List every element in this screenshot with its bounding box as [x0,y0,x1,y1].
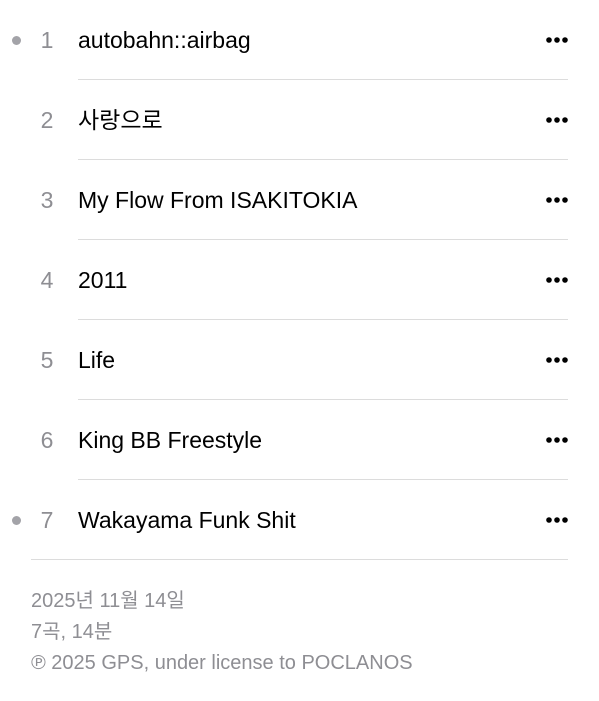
album-info: 2025년 11월 14일 7곡, 14분 ℗ 2025 GPS, under … [31,586,413,679]
ellipsis-icon [546,437,568,443]
more-options-button[interactable] [537,188,577,212]
more-options-button[interactable] [537,108,577,132]
ellipsis-icon [546,517,568,523]
track-number: 2 [40,107,54,133]
ellipsis-icon [546,357,568,363]
track-title: My Flow From ISAKITOKIA [78,187,358,213]
divider [31,559,568,560]
more-options-button[interactable] [537,348,577,372]
track-number: 7 [40,507,54,533]
ellipsis-icon [546,37,568,43]
track-summary: 7곡, 14분 [31,621,113,643]
track-title: autobahn::airbag [78,27,251,53]
track-row-2[interactable]: 2 사랑으로 [0,80,599,160]
track-list: 1 autobahn::airbag 2 사랑으로 3 My Flow From… [0,0,599,560]
more-options-button[interactable] [537,268,577,292]
track-row-7[interactable]: 7 Wakayama Funk Shit [0,480,599,560]
more-options-button[interactable] [537,28,577,52]
release-date: 2025년 11월 14일 [31,590,185,612]
track-title: King BB Freestyle [78,427,263,453]
ellipsis-icon [546,277,568,283]
copyright-notice: ℗ 2025 GPS, under license to POCLANOS [31,652,413,674]
playing-dot-icon [12,36,21,45]
track-title: 2011 [78,267,128,293]
playing-dot-icon [12,516,21,525]
track-number: 4 [40,267,54,293]
track-title: 사랑으로 [78,107,163,133]
track-title: Life [78,347,116,373]
track-row-6[interactable]: 6 King BB Freestyle [0,400,599,480]
track-number: 6 [40,427,54,453]
track-row-1[interactable]: 1 autobahn::airbag [0,0,599,80]
more-options-button[interactable] [537,428,577,452]
track-row-3[interactable]: 3 My Flow From ISAKITOKIA [0,160,599,240]
track-number: 3 [40,187,54,213]
more-options-button[interactable] [537,508,577,532]
track-row-4[interactable]: 4 2011 [0,240,599,320]
ellipsis-icon [546,197,568,203]
track-number: 5 [40,347,54,373]
track-number: 1 [40,27,54,53]
track-title: Wakayama Funk Shit [78,507,296,533]
track-row-5[interactable]: 5 Life [0,320,599,400]
ellipsis-icon [546,117,568,123]
